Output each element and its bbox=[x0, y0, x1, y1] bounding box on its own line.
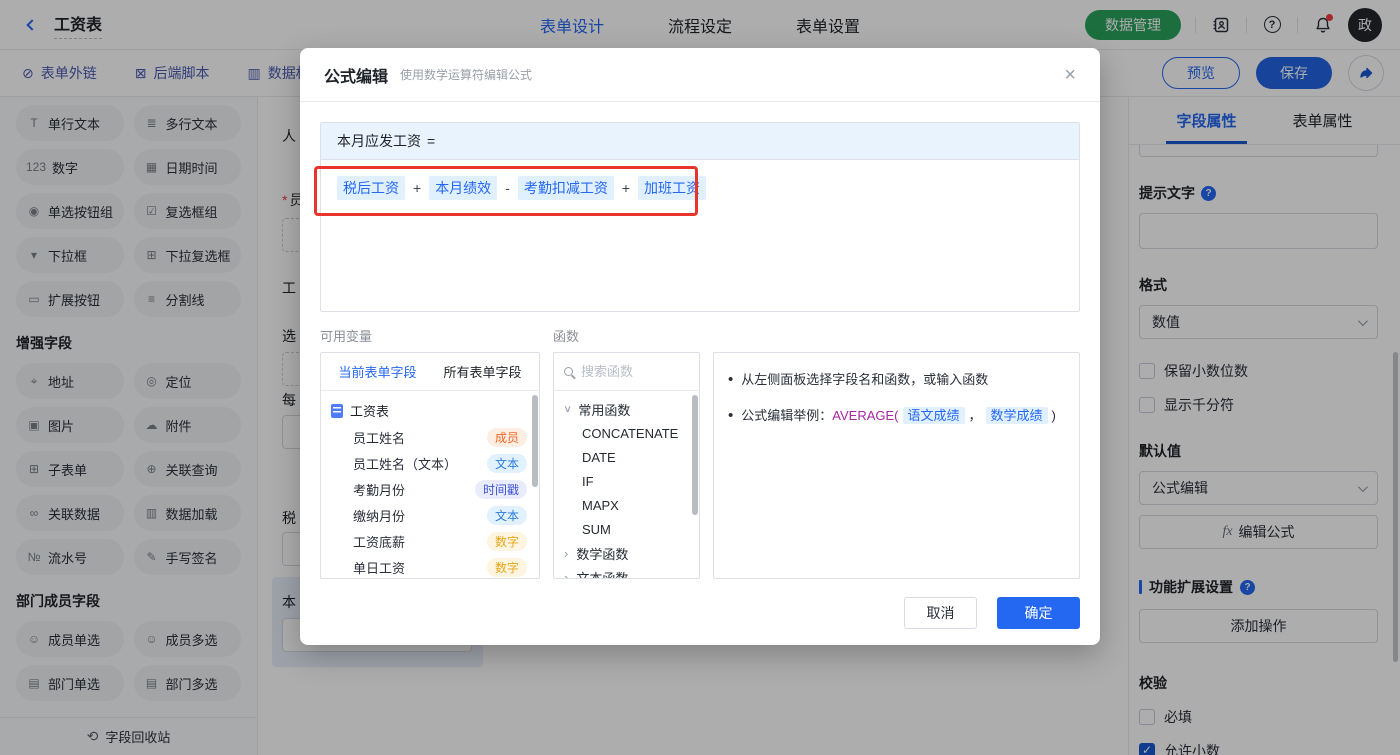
variable-name: 考勤月份 bbox=[353, 480, 405, 499]
variable-row[interactable]: 单日工资 数字 bbox=[321, 554, 539, 579]
variables-tab[interactable]: 所有表单字段 bbox=[443, 362, 521, 381]
help-panel: • 从左侧面板选择字段名和函数，或输入函数 • 公式编辑举例：AVERAGE( 语… bbox=[713, 352, 1080, 579]
variables-label: 可用变量 bbox=[320, 326, 553, 345]
formula-token[interactable]: + bbox=[413, 180, 421, 196]
example-close: ) bbox=[1052, 408, 1056, 423]
column-labels: 可用变量 函数 bbox=[320, 326, 1080, 345]
example-field-tag: 数学成绩 bbox=[986, 407, 1048, 424]
help-tip-2: • 公式编辑举例：AVERAGE( 语文成绩 ， 数学成绩) bbox=[728, 405, 1065, 427]
formula-target: 本月应发工资 bbox=[337, 131, 421, 151]
formula-token[interactable]: 税后工资 bbox=[337, 176, 405, 200]
example-field-tag: 语文成绩 bbox=[903, 407, 965, 424]
functions-label: 函数 bbox=[553, 326, 579, 345]
variable-type-tag: 时间戳 bbox=[475, 480, 527, 499]
variable-type-tag: 数字 bbox=[487, 532, 527, 551]
function-item[interactable]: 文本函数 bbox=[554, 565, 699, 579]
variable-row[interactable]: 缴纳月份 文本 bbox=[321, 502, 539, 528]
formula-token[interactable]: 加班工资 bbox=[638, 176, 706, 200]
formula-token[interactable]: + bbox=[622, 180, 630, 196]
variable-row[interactable]: 员工姓名 成员 bbox=[321, 424, 539, 450]
function-item[interactable]: IF bbox=[554, 469, 699, 493]
example-prefix: 公式编辑举例： bbox=[741, 408, 832, 423]
bullet: • bbox=[728, 405, 733, 427]
bullet: • bbox=[728, 369, 733, 391]
function-item[interactable]: SUM bbox=[554, 517, 699, 541]
page: 工资表 表单设计 流程设定 表单设置 数据管理 ? 政 bbox=[0, 0, 1400, 755]
form-name: 工资表 bbox=[350, 401, 389, 420]
function-list: 常用函数 CONCATENATE DATE IF MAPX SUM 数学函数 bbox=[554, 391, 699, 579]
formula-token[interactable]: - bbox=[505, 180, 510, 196]
variable-type-tag: 文本 bbox=[487, 506, 527, 525]
variable-name: 员工姓名 bbox=[353, 428, 405, 447]
modal-footer: 取消 确定 bbox=[320, 597, 1080, 629]
modal-header: 公式编辑 使用数学运算符编辑公式 × bbox=[300, 48, 1100, 102]
variable-row[interactable]: 员工姓名（文本） 文本 bbox=[321, 450, 539, 476]
formula-edit-modal: 公式编辑 使用数学运算符编辑公式 × 本月应发工资 = 税后工资 + 本月绩效 bbox=[300, 48, 1100, 645]
function-item[interactable]: DATE bbox=[554, 445, 699, 469]
form-doc-icon bbox=[331, 404, 343, 418]
example-comma: ， bbox=[969, 408, 982, 423]
variable-type-tag: 数字 bbox=[487, 558, 527, 577]
scrollbar[interactable] bbox=[692, 395, 698, 515]
variables-panel: 当前表单字段 所有表单字段 工资表 员工姓名 成员 bbox=[320, 352, 540, 579]
functions-panel: 常用函数 CONCATENATE DATE IF MAPX SUM 数学函数 bbox=[553, 352, 700, 579]
example-function: AVERAGE( bbox=[832, 408, 898, 423]
function-item[interactable]: CONCATENATE bbox=[554, 421, 699, 445]
function-item[interactable]: 常用函数 bbox=[554, 397, 699, 421]
variable-name: 缴纳月份 bbox=[353, 506, 405, 525]
function-search bbox=[554, 353, 699, 391]
variable-name: 员工姓名（文本） bbox=[353, 454, 457, 473]
search-icon bbox=[564, 367, 573, 376]
formula-expression[interactable]: 税后工资 + 本月绩效 - 考勤扣减工资 + 加班工资 bbox=[321, 160, 1079, 216]
formula-editor[interactable]: 本月应发工资 = 税后工资 + 本月绩效 - 考勤扣减工资 + bbox=[320, 122, 1080, 312]
equals-sign: = bbox=[427, 133, 435, 149]
help-tip-1: • 从左侧面板选择字段名和函数，或输入函数 bbox=[728, 369, 1065, 391]
form-tree-root[interactable]: 工资表 bbox=[321, 397, 539, 424]
cancel-button[interactable]: 取消 bbox=[904, 597, 977, 629]
variables-tabs: 当前表单字段 所有表单字段 bbox=[321, 353, 539, 391]
formula-token[interactable]: 本月绩效 bbox=[429, 176, 497, 200]
modal-subtitle: 使用数学运算符编辑公式 bbox=[400, 66, 532, 83]
confirm-button[interactable]: 确定 bbox=[997, 597, 1080, 629]
scrollbar[interactable] bbox=[532, 395, 538, 487]
function-item[interactable]: MAPX bbox=[554, 493, 699, 517]
variable-type-tag: 成员 bbox=[487, 428, 527, 447]
variable-row[interactable]: 考勤月份 时间戳 bbox=[321, 476, 539, 502]
close-icon[interactable]: × bbox=[1064, 65, 1076, 85]
modal-title: 公式编辑 bbox=[324, 63, 388, 87]
variables-tab[interactable]: 当前表单字段 bbox=[338, 362, 416, 381]
variable-row[interactable]: 工资底薪 数字 bbox=[321, 528, 539, 554]
function-item[interactable]: 数学函数 bbox=[554, 541, 699, 565]
variable-type-tag: 文本 bbox=[487, 454, 527, 473]
modal-columns: 当前表单字段 所有表单字段 工资表 员工姓名 成员 bbox=[320, 352, 1080, 579]
formula-target-bar: 本月应发工资 = bbox=[321, 123, 1079, 160]
function-search-input[interactable] bbox=[581, 364, 681, 379]
variable-name: 工资底薪 bbox=[353, 532, 405, 551]
modal-body: 本月应发工资 = 税后工资 + 本月绩效 - 考勤扣减工资 + bbox=[300, 102, 1100, 629]
variable-name: 单日工资 bbox=[353, 558, 405, 577]
formula-token[interactable]: 考勤扣减工资 bbox=[518, 176, 614, 200]
